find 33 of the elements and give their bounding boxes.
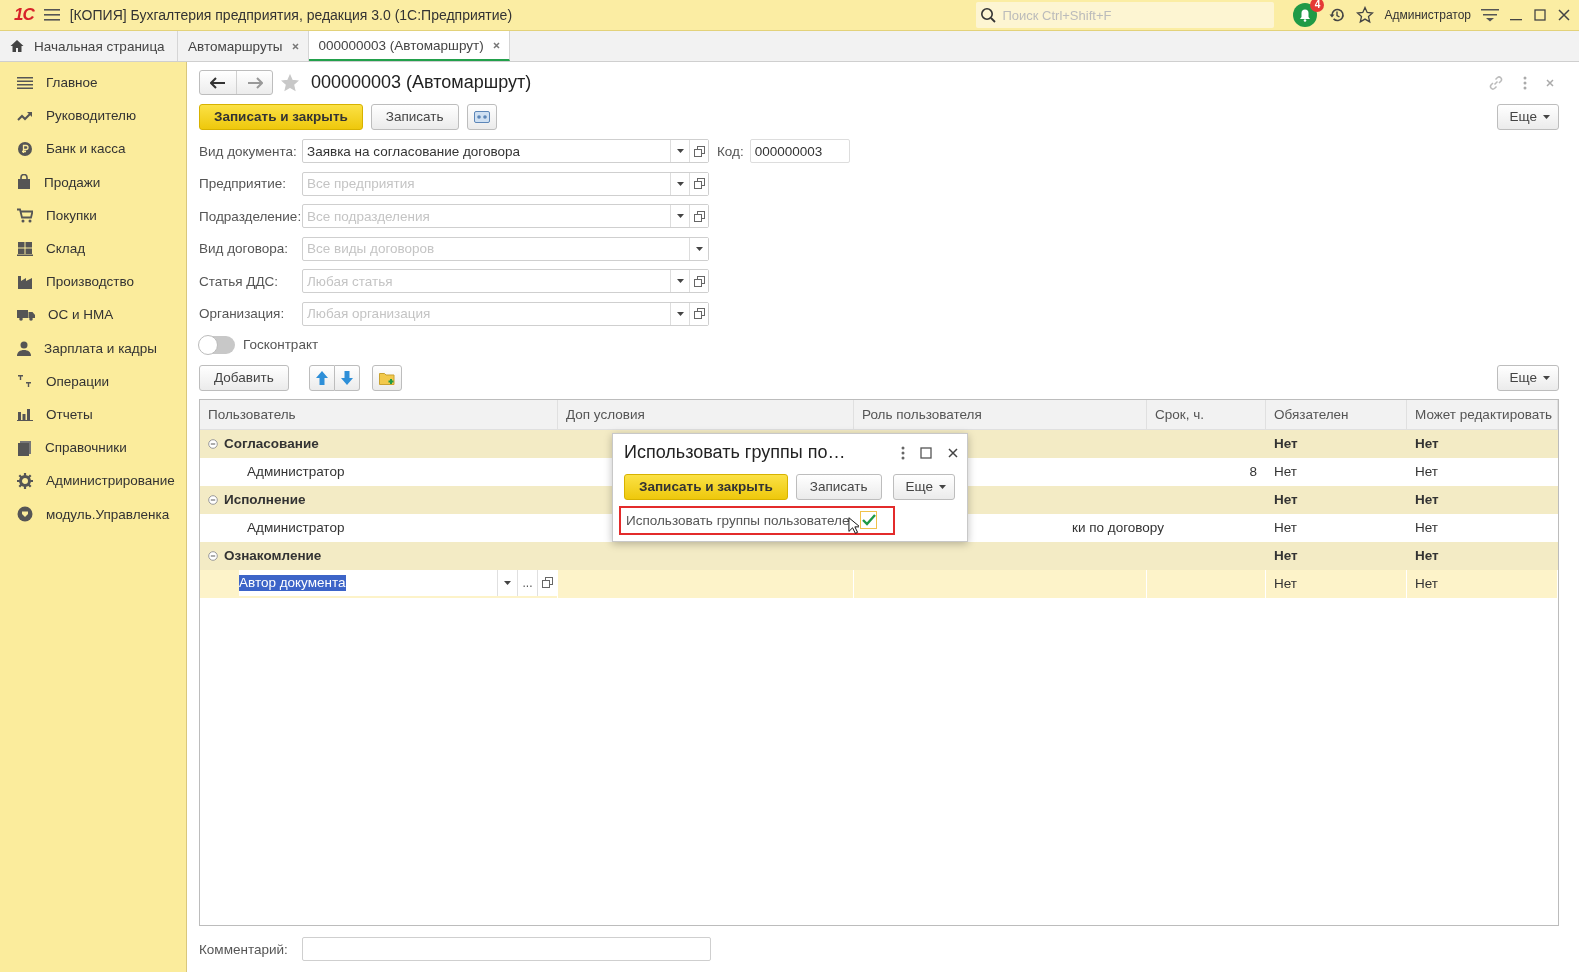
- window-title: [КОПИЯ] Бухгалтерия предприятия, редакция 3.0 (1С:Предприятие): [69, 7, 514, 23]
- group-name: Исполнение: [224, 490, 306, 509]
- field-label: Вид договора:: [199, 241, 289, 256]
- dialog-title: Использовать группы по…: [624, 442, 847, 463]
- table-cell: ки по договору: [1072, 519, 1164, 535]
- table-cell-text: Администратор: [246, 462, 346, 481]
- notification-badge: 4: [1310, 0, 1325, 12]
- table-cell-text: Нет: [1273, 434, 1299, 453]
- table-cell-text: 8: [1248, 462, 1258, 481]
- table-cell-text: Нет: [1414, 518, 1439, 537]
- field-label: Подразделение:: [199, 208, 302, 224]
- field-label: Организация:: [199, 306, 286, 321]
- field-label: Комментарий:: [199, 941, 289, 957]
- table-cell: Нет: [1407, 569, 1558, 598]
- field-label: Предприятие:: [199, 176, 287, 191]
- table-cell-text: Нет: [1414, 434, 1440, 453]
- table-cell-text: Нет: [1273, 518, 1298, 537]
- table-cell-text: Нет: [1273, 490, 1299, 509]
- field-label: Статья ДДС:: [199, 273, 280, 289]
- table-cell-text: Нет: [1414, 462, 1439, 481]
- app-logo: 1С: [14, 5, 34, 25]
- table-cell: Нет: [1266, 569, 1407, 598]
- group-name: Согласование: [224, 434, 319, 453]
- field-label: Вид документа:: [199, 143, 298, 159]
- table-cell-text: Нет: [1273, 546, 1299, 565]
- table-cell-text: Нет: [1273, 462, 1298, 481]
- group-name: Ознакомление: [224, 546, 322, 565]
- field-label: Код:: [717, 143, 744, 159]
- table-cell-text: Администратор: [246, 518, 346, 537]
- table-cell-text: Нет: [1414, 490, 1440, 509]
- toggle-label: Госконтракт: [243, 337, 320, 352]
- table-cell-text: Нет: [1414, 546, 1440, 565]
- form-title: 000000003 (Автомаршрут): [311, 72, 533, 93]
